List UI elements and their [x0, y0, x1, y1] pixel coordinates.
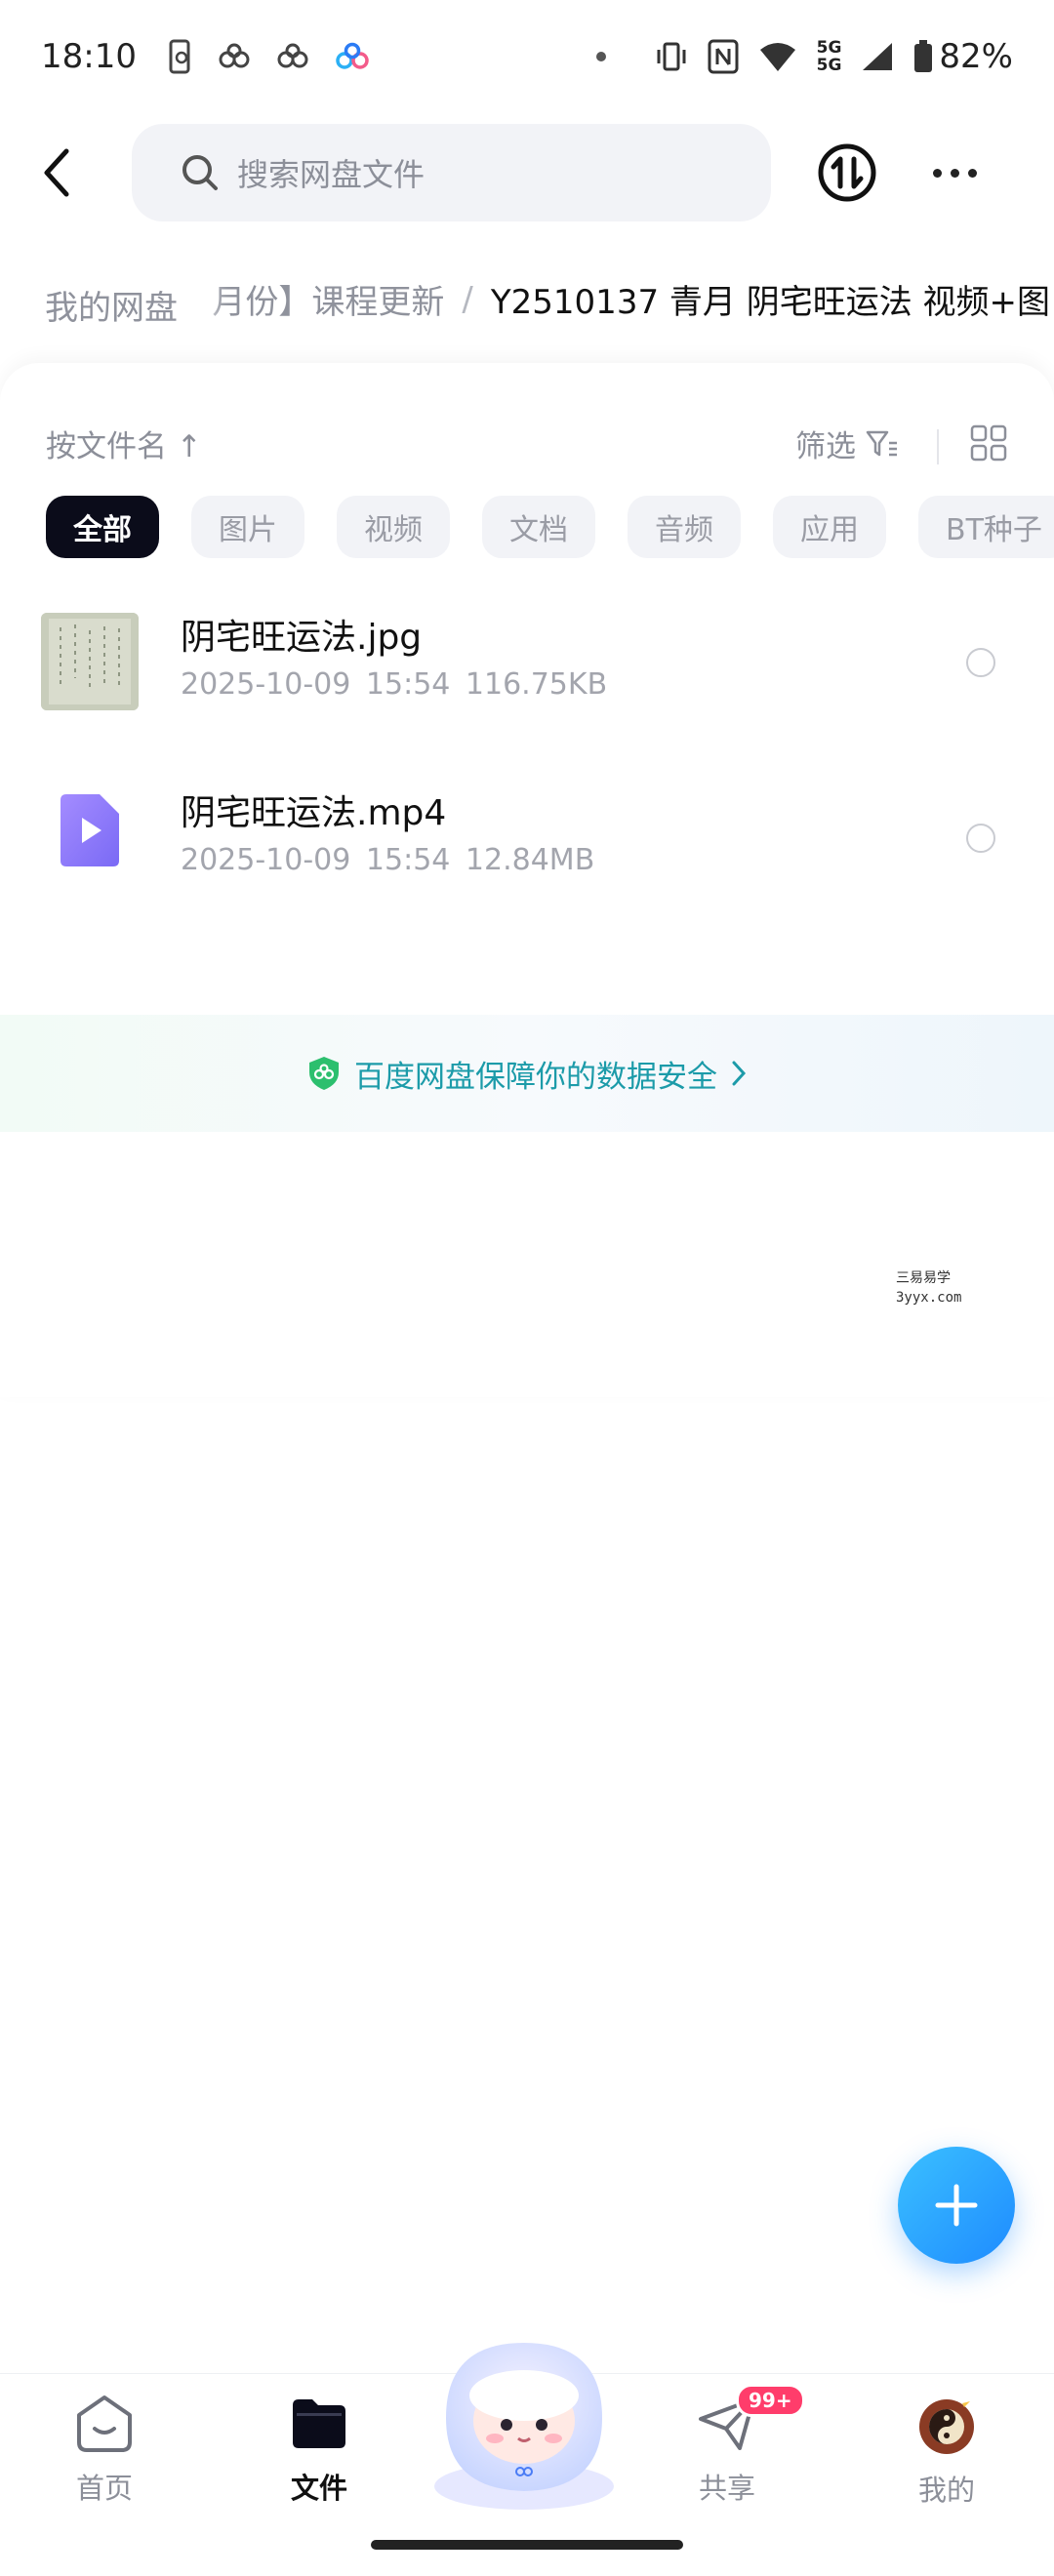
battery-icon: [914, 39, 933, 72]
cloud-app-icon: [277, 43, 308, 67]
more-dot-icon: [950, 168, 959, 178]
wifi-icon: [759, 42, 795, 71]
select-radio[interactable]: [966, 648, 995, 677]
dot-icon: [595, 51, 606, 61]
category-chips: 全部 图片 视频 文档 音频 应用 BT种子: [46, 496, 1054, 558]
transfer-list-button[interactable]: [816, 141, 878, 204]
transfer-icon: [818, 143, 876, 202]
chip-videos[interactable]: 视频: [337, 496, 450, 558]
nav-profile[interactable]: 我的: [883, 2394, 1010, 2530]
nfc-icon: [708, 39, 739, 73]
file-name: 阴宅旺运法.jpg: [181, 618, 423, 658]
chevron-right-icon: [732, 1061, 747, 1086]
breadcrumb-separator: /: [462, 279, 473, 319]
file-time: 15:54: [365, 843, 451, 877]
image-thumbnail: [41, 613, 139, 710]
breadcrumb-current: Y2510137 青月 阴宅旺运法 视频+图: [490, 283, 1050, 322]
status-time: 18:10: [41, 36, 137, 76]
video-file-icon: [61, 794, 119, 870]
more-dot-icon: [932, 168, 942, 178]
cloud-app-icon: [219, 43, 250, 67]
chip-audio[interactable]: 音频: [628, 496, 741, 558]
file-date: 2025-10-09: [181, 843, 351, 877]
filter-icon: [866, 430, 897, 456]
filter-label: 筛选: [795, 429, 856, 464]
sort-bar: 按文件名 ↑ 筛选: [0, 418, 1054, 476]
breadcrumb-root[interactable]: 我的网盘: [20, 265, 199, 343]
back-arrow-icon: [44, 148, 69, 197]
vibrate-icon: [657, 42, 686, 70]
security-text: 百度网盘保障你的数据安全: [354, 1059, 717, 1095]
filter-button[interactable]: 筛选: [795, 422, 899, 465]
chip-all[interactable]: 全部: [46, 496, 159, 558]
notification-icons: [168, 39, 371, 74]
system-status: 5G 5G 82%: [595, 37, 1013, 76]
watermark: 三易易学 3yyx.com: [896, 1270, 962, 1306]
shield-icon: [309, 1057, 339, 1090]
breadcrumb-parent[interactable]: 月份】课程更新: [212, 275, 444, 323]
nav-label: 共享: [698, 2472, 755, 2505]
security-banner[interactable]: 百度网盘保障你的数据安全: [0, 1015, 1054, 1132]
more-dot-icon: [967, 168, 977, 178]
home-indicator[interactable]: [371, 2540, 683, 2550]
search-input[interactable]: 搜索网盘文件: [132, 124, 771, 221]
chip-documents[interactable]: 文档: [482, 496, 595, 558]
nav-label: 我的: [917, 2474, 975, 2507]
grid-view-icon: [970, 424, 1007, 462]
search-placeholder: 搜索网盘文件: [237, 156, 426, 193]
back-button[interactable]: [27, 141, 86, 204]
chip-images[interactable]: 图片: [191, 496, 304, 558]
file-time: 15:54: [365, 667, 451, 702]
phone-sync-icon: [169, 39, 190, 73]
chip-bt-torrents[interactable]: BT种子: [918, 496, 1054, 558]
more-options-button[interactable]: [917, 141, 992, 204]
share-badge: 99+: [736, 2384, 805, 2417]
divider: [937, 429, 939, 464]
plus-icon: [935, 2184, 978, 2227]
search-icon: [182, 155, 218, 190]
signal-icon: [863, 42, 893, 70]
chip-apps[interactable]: 应用: [773, 496, 886, 558]
battery: 82%: [913, 37, 1013, 76]
network-indicator: 5G 5G: [816, 37, 842, 75]
home-icon: [77, 2395, 132, 2452]
breadcrumb: 月份】课程更新 / Y2510137 青月 阴宅旺运法 视频+图 我的网盘: [0, 265, 1054, 343]
nav-files[interactable]: 文件: [256, 2394, 383, 2530]
mascot-button[interactable]: [426, 2325, 622, 2511]
file-size: 116.75KB: [465, 667, 608, 702]
file-name: 阴宅旺运法.mp4: [181, 793, 447, 833]
sort-by-name-button[interactable]: 按文件名 ↑: [46, 422, 202, 465]
nav-label: 文件: [290, 2472, 347, 2505]
nav-home[interactable]: 首页: [41, 2394, 168, 2530]
add-button[interactable]: [898, 2147, 1015, 2264]
mascot-icon: [434, 2343, 614, 2510]
file-meta: 2025-10-09 15:54 12.84MB: [181, 843, 594, 877]
breadcrumb-path: 月份】课程更新 / Y2510137 青月 阴宅旺运法 视频+图: [212, 275, 1050, 323]
folder-icon: [293, 2399, 345, 2448]
battery-level: 82%: [939, 36, 1013, 76]
file-date: 2025-10-09: [181, 667, 351, 702]
baidu-netdisk-icon: [336, 42, 369, 69]
grid-view-button[interactable]: [969, 423, 1008, 463]
select-radio[interactable]: [966, 824, 995, 853]
file-list-panel: 按文件名 ↑ 筛选 全部 图片 视频 文档 音频 应用 BT种子 阴宅旺运法.j…: [0, 363, 1054, 1397]
nav-label: 首页: [75, 2472, 133, 2505]
file-row[interactable]: 阴宅旺运法.mp4 2025-10-09 15:54 12.84MB: [0, 788, 1054, 945]
file-row[interactable]: 阴宅旺运法.jpg 2025-10-09 15:54 116.75KB: [0, 613, 1054, 769]
nav-share[interactable]: 99+ 共享: [664, 2384, 805, 2530]
file-meta: 2025-10-09 15:54 116.75KB: [181, 667, 607, 702]
status-bar: 18:10 5G 5G 82%: [0, 0, 1054, 112]
file-size: 12.84MB: [465, 843, 595, 877]
avatar: [919, 2395, 974, 2454]
header: 搜索网盘文件: [0, 122, 1054, 224]
